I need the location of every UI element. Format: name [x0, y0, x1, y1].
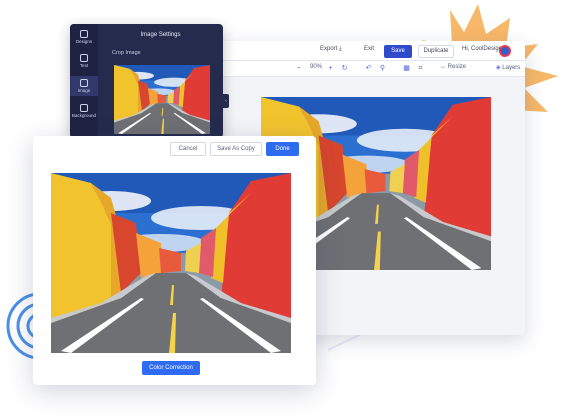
done-button[interactable]: Done: [266, 142, 299, 156]
image-icon: [80, 79, 88, 87]
rail-item-text[interactable]: Text: [70, 52, 98, 70]
editor-toolbar: − 90% + ↻ ↶ ⚲ ▦ ⌗ ↔ Resize ◈ Layers: [218, 61, 525, 77]
resize-label: Resize: [447, 64, 467, 70]
rail-item-background[interactable]: Background: [70, 102, 98, 120]
color-correction-button[interactable]: Color Correction: [142, 361, 200, 375]
rail-label: Designs: [75, 39, 93, 44]
rail-label: Background: [71, 113, 97, 118]
text-icon: [80, 54, 88, 62]
crop-preview-image[interactable]: [114, 65, 210, 134]
rail-item-image[interactable]: Image: [70, 76, 98, 96]
avatar[interactable]: [499, 45, 511, 57]
rail-label: Text: [79, 63, 89, 68]
panel-title: Image Settings: [140, 32, 181, 38]
rail-item-designs[interactable]: Designs: [70, 28, 98, 46]
crop-editor-image[interactable]: [51, 173, 291, 353]
chevron-left-icon: ‹: [225, 98, 227, 104]
stage: Export ⤓ Exit Save Duplicate Hi, CoolDes…: [0, 0, 562, 417]
crop-modal: Cancel Save As Copy Done Color Correctio…: [33, 136, 316, 385]
search-icon[interactable]: ⚲: [378, 64, 387, 73]
layers-label: Layers: [502, 65, 521, 71]
panel-collapse-handle[interactable]: ‹: [223, 94, 229, 108]
cancel-button[interactable]: Cancel: [170, 142, 206, 156]
save-as-copy-button[interactable]: Save As Copy: [210, 142, 262, 156]
grid-icon[interactable]: ▦: [402, 64, 411, 73]
layers-icon: ◈: [496, 65, 501, 71]
rail-label: Image: [77, 88, 91, 93]
crop-image-label: Crop Image: [112, 50, 141, 56]
designs-icon: [80, 30, 88, 38]
crop-icon[interactable]: ⌗: [416, 64, 425, 73]
background-icon: [80, 104, 88, 112]
duplicate-button[interactable]: Duplicate: [418, 45, 454, 58]
resize-icon: ↔: [440, 64, 446, 70]
export-label: Export: [320, 46, 338, 52]
image-settings-panel: Designs Text Image Background Image Sett…: [70, 24, 223, 138]
download-icon: ⤓: [339, 46, 342, 52]
refresh-icon[interactable]: ↻: [340, 64, 349, 73]
undo-icon[interactable]: ↶: [364, 64, 373, 73]
side-rail: Designs Text Image Background: [70, 24, 98, 138]
zoom-level: 90%: [310, 64, 323, 70]
zoom-in-icon[interactable]: +: [326, 64, 335, 73]
save-button[interactable]: Save: [384, 45, 412, 58]
resize-button[interactable]: ↔ Resize: [440, 64, 466, 70]
zoom-out-icon[interactable]: −: [294, 64, 303, 73]
export-button[interactable]: Export ⤓: [320, 46, 342, 53]
exit-button[interactable]: Exit: [364, 46, 374, 52]
layers-button[interactable]: ◈ Layers: [496, 64, 520, 71]
editor-topbar: Export ⤓ Exit Save Duplicate Hi, CoolDes…: [218, 41, 525, 61]
